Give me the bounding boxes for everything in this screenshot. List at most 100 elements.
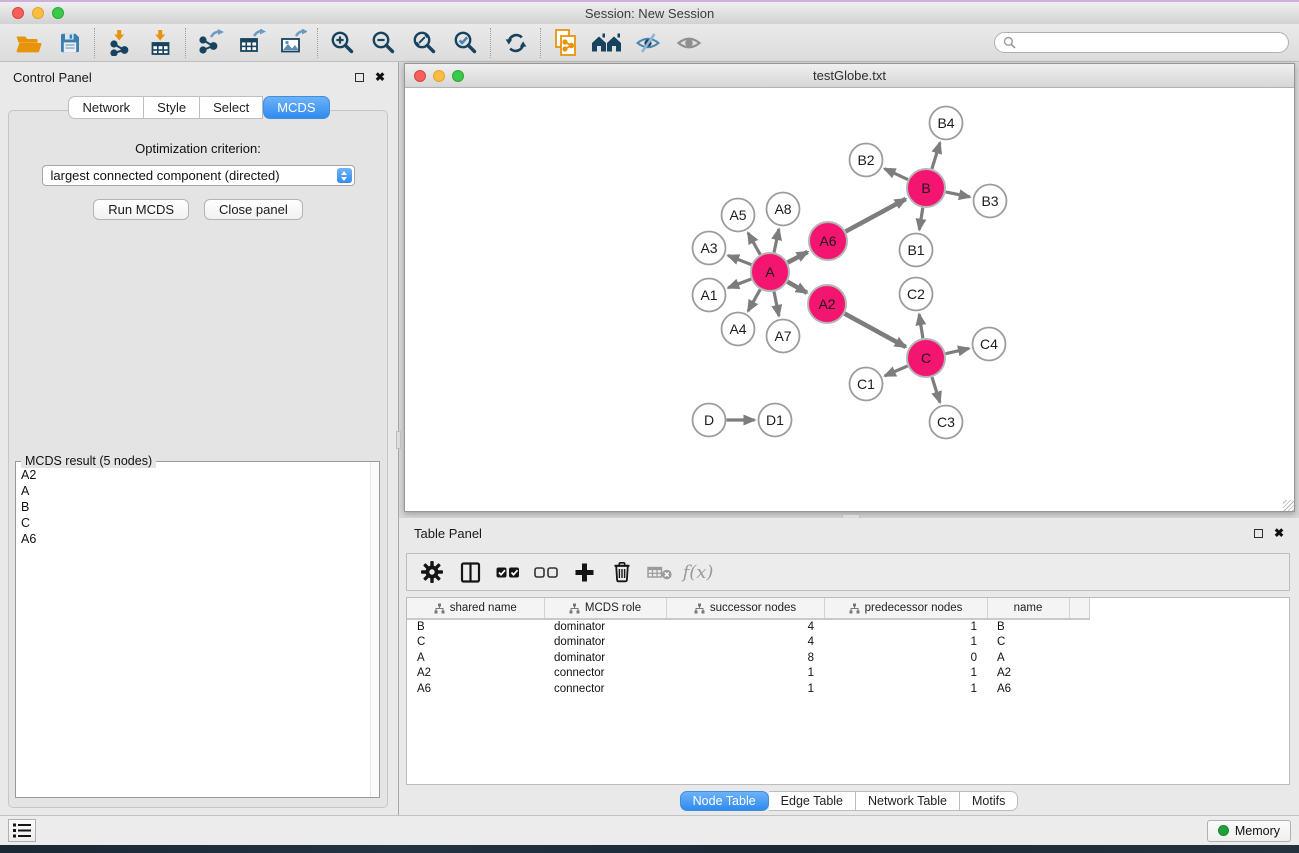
open-network-document-button[interactable] [545,26,586,60]
result-item[interactable]: A2 [21,467,374,483]
show-graphics-details-button[interactable] [668,26,709,60]
graph-edge[interactable] [932,377,940,402]
delete-columns-button[interactable] [603,556,641,588]
float-panel-icon[interactable] [355,73,364,82]
column-header-predecessor-nodes[interactable]: predecessor nodes [824,598,987,619]
result-item[interactable]: C [21,515,374,531]
table-cell[interactable]: A [407,650,544,666]
graph-edge[interactable] [774,229,779,252]
graph-edge[interactable] [748,289,760,311]
tab-motifs[interactable]: Motifs [960,791,1018,811]
network-canvas[interactable]: B4B2BB3A8A5A6B1A3AC2A1A2A4A7C4CC1DD1C3 [405,89,1294,511]
criterion-dropdown[interactable]: largest connected component (directed) [42,165,355,186]
table-cell[interactable]: C [987,635,1069,651]
tab-select[interactable]: Select [200,96,263,119]
graph-edge[interactable] [919,314,923,338]
table-settings-button[interactable] [413,556,451,588]
table-cell[interactable]: dominator [544,650,666,666]
tab-edge-table[interactable]: Edge Table [769,791,856,811]
tab-network[interactable]: Network [68,96,144,119]
table-cell[interactable]: 4 [666,635,824,651]
table-cell[interactable]: 1 [824,619,987,635]
show-columns-button[interactable] [451,556,489,588]
graph-edge[interactable] [932,143,940,169]
graph-edge[interactable] [919,208,923,230]
graph-edge[interactable] [728,256,751,265]
hide-graphics-details-button[interactable] [627,26,668,60]
table-cell[interactable]: 8 [666,650,824,666]
column-header-name[interactable]: name [987,598,1069,619]
graph-edge[interactable] [885,366,908,376]
delete-table-button[interactable] [641,556,679,588]
table-cell[interactable]: connector [544,666,666,682]
export-image-button[interactable] [272,26,313,60]
table-row[interactable]: A6connector11A6 [407,681,1089,697]
close-panel-button[interactable]: Close panel [204,199,303,220]
table-cell[interactable]: A2 [987,666,1069,682]
select-all-columns-button[interactable] [489,556,527,588]
zoom-out-button[interactable] [363,26,404,60]
search-input[interactable] [1021,36,1280,50]
deselect-all-columns-button[interactable] [527,556,565,588]
graph-edge[interactable] [787,282,807,293]
import-network-button[interactable] [99,26,140,60]
zoom-selected-button[interactable] [445,26,486,60]
close-network-button[interactable] [414,70,426,82]
graph-edge[interactable] [774,292,779,316]
table-cell[interactable]: dominator [544,619,666,635]
table-cell[interactable]: connector [544,681,666,697]
column-header-shared-name[interactable]: shared name [407,598,544,619]
table-cell[interactable]: A [987,650,1069,666]
close-window-button[interactable] [12,7,24,19]
graph-edge[interactable] [946,348,969,353]
tab-mcds[interactable]: MCDS [263,96,329,119]
tab-node-table[interactable]: Node Table [680,791,769,811]
save-session-button[interactable] [49,26,90,60]
result-scrollbar[interactable] [370,462,379,797]
tab-network-table[interactable]: Network Table [856,791,960,811]
close-table-panel-icon[interactable]: ✖ [1274,527,1284,539]
table-cell[interactable]: 1 [824,681,987,697]
run-mcds-button[interactable]: Run MCDS [93,199,189,220]
table-cell[interactable]: B [987,619,1069,635]
export-network-button[interactable] [190,26,231,60]
graph-edge[interactable] [846,199,906,232]
result-item[interactable]: B [21,499,374,515]
tab-style[interactable]: Style [144,96,200,119]
memory-button[interactable]: Memory [1207,820,1291,842]
float-table-panel-icon[interactable] [1254,529,1263,538]
task-history-button[interactable] [8,819,36,842]
graph-edge[interactable] [788,252,808,263]
table-row[interactable]: Cdominator41C [407,635,1089,651]
vertical-split-grip[interactable] [396,431,401,449]
minimize-network-button[interactable] [433,70,445,82]
table-cell[interactable]: B [407,619,544,635]
graph-edge[interactable] [728,279,751,288]
import-table-button[interactable] [140,26,181,60]
zoom-fit-button[interactable] [404,26,445,60]
minimize-window-button[interactable] [32,7,44,19]
table-cell[interactable]: 1 [824,666,987,682]
close-panel-icon[interactable]: ✖ [375,71,385,83]
graph-edge[interactable] [885,169,908,180]
table-cell[interactable]: C [407,635,544,651]
maximize-window-button[interactable] [52,7,64,19]
result-item[interactable]: A [21,483,374,499]
table-cell[interactable]: 1 [824,635,987,651]
table-cell[interactable]: 0 [824,650,987,666]
node-table[interactable]: shared nameMCDS rolesuccessor nodesprede… [406,597,1290,785]
table-cell[interactable]: A6 [987,681,1069,697]
zoom-in-button[interactable] [322,26,363,60]
search-field[interactable] [994,32,1289,53]
table-cell[interactable]: A2 [407,666,544,682]
refresh-button[interactable] [495,26,536,60]
graph-edge[interactable] [946,192,970,197]
maximize-network-button[interactable] [452,70,464,82]
table-cell[interactable]: 4 [666,619,824,635]
graph-edge[interactable] [748,233,760,255]
export-table-button[interactable] [231,26,272,60]
table-row[interactable]: Bdominator41B [407,619,1089,635]
window-resize-grip[interactable] [1283,500,1294,511]
network-window-titlebar[interactable]: testGlobe.txt [405,64,1294,88]
table-row[interactable]: A2connector11A2 [407,666,1089,682]
